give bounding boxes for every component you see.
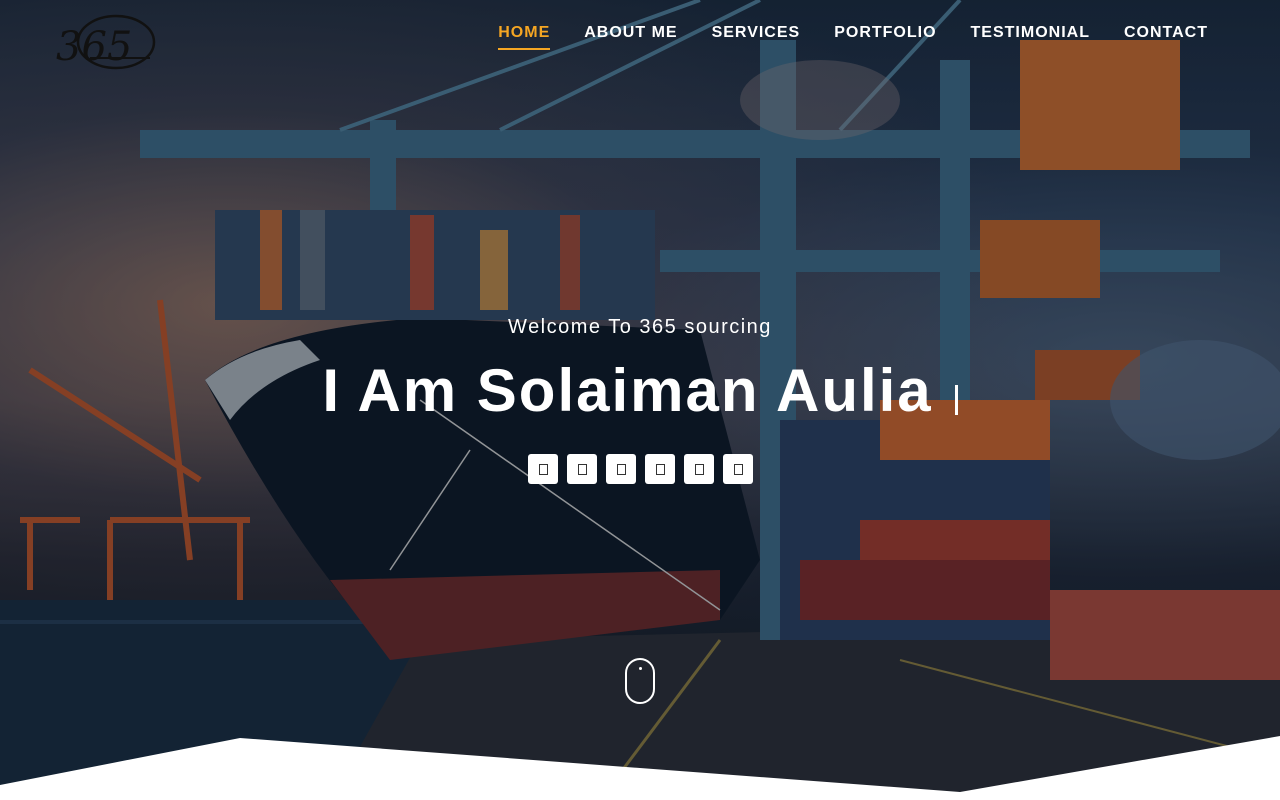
social-icon-1[interactable] xyxy=(528,454,558,484)
social-icon-5[interactable] xyxy=(684,454,714,484)
social-icon-1-glyph xyxy=(538,463,548,475)
nav-portfolio[interactable]: PORTFOLIO xyxy=(834,22,936,50)
social-icon-4-glyph xyxy=(655,463,665,475)
social-icon-6[interactable] xyxy=(723,454,753,484)
hero-headline: I Am Solaiman Aulia xyxy=(0,356,1280,425)
social-icon-6-glyph xyxy=(733,463,743,475)
nav-testimonial[interactable]: TESTIMONIAL xyxy=(971,22,1090,50)
social-links xyxy=(528,454,753,484)
section-divider-shape xyxy=(0,736,1280,800)
nav-about-me[interactable]: ABOUT ME xyxy=(584,22,677,50)
social-icon-5-glyph xyxy=(694,463,704,475)
hero-welcome-text: Welcome To 365 sourcing xyxy=(508,316,772,338)
social-icon-3[interactable] xyxy=(606,454,636,484)
main-navigation: HOME ABOUT ME SERVICES PORTFOLIO TESTIMO… xyxy=(464,22,1208,50)
social-icon-4[interactable] xyxy=(645,454,675,484)
mouse-wheel-dot xyxy=(639,667,642,670)
nav-services[interactable]: SERVICES xyxy=(712,22,801,50)
nav-contact[interactable]: CONTACT xyxy=(1124,22,1208,50)
typing-cursor xyxy=(954,385,958,415)
brand-logo-text: 365 xyxy=(56,24,132,70)
hero-headline-text: I Am Solaiman Aulia xyxy=(322,357,933,424)
social-icon-2-glyph xyxy=(577,463,587,475)
brand-logo[interactable]: 365 xyxy=(52,8,160,78)
social-icon-2[interactable] xyxy=(567,454,597,484)
mouse-scroll-icon[interactable] xyxy=(625,658,655,704)
nav-home[interactable]: HOME xyxy=(498,22,551,50)
social-icon-3-glyph xyxy=(616,463,626,475)
